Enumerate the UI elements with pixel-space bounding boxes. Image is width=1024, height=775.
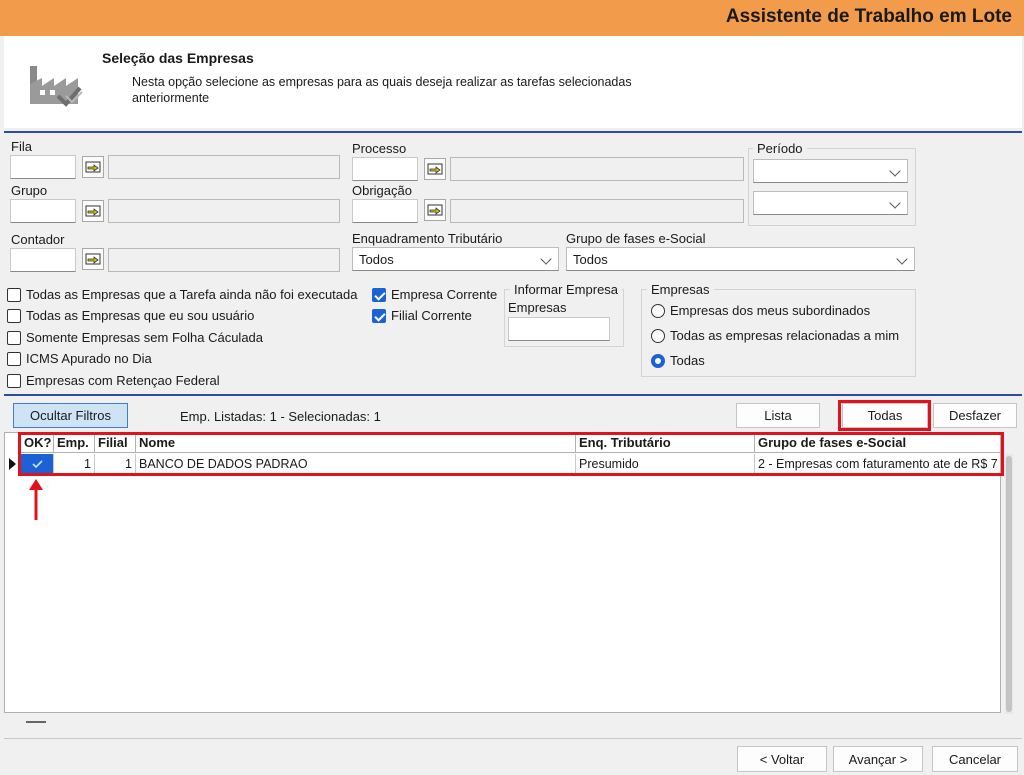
separator-top [4,131,1022,133]
footer-separator [4,738,1022,739]
chk-filial-corrente[interactable]: Filial Corrente [372,308,472,323]
checkbox-label: Empresas com Retençao Federal [26,373,220,388]
radio-label: Todas as empresas relacionadas a mim [670,328,900,343]
contador-description [108,248,340,272]
header-description: Nesta opção selecione as empresas para a… [132,75,632,105]
enquadramento-select[interactable]: Todos [352,247,559,271]
radio-circle[interactable] [651,353,665,368]
hand-pointer-icon [85,161,101,173]
chk-tarefa-nao-executada[interactable]: Todas as Empresas que a Tarefa ainda não… [7,287,357,302]
grupo-input[interactable] [10,199,76,223]
chk-eu-sou-usuario[interactable]: Todas as Empresas que eu sou usuário [7,308,254,323]
informar-empresas-label: Empresas [508,300,567,315]
ocultar-filtros-button[interactable]: Ocultar Filtros [13,403,128,428]
radio-label: Empresas dos meus subordinados [670,303,871,318]
radio-relacionadas[interactable]: Todas as empresas relacionadas a mim [651,328,899,343]
avancar-button[interactable]: Avançar > [833,746,923,772]
status-dash [26,721,46,723]
checkbox-label: Empresa Corrente [391,287,498,302]
lista-button[interactable]: Lista [736,403,820,428]
enquadramento-label: Enquadramento Tributário [352,231,503,246]
fila-description [108,155,340,179]
contador-input[interactable] [10,248,76,272]
processo-description [450,157,744,181]
cancelar-button[interactable]: Cancelar [932,746,1018,772]
checkbox-label: Somente Empresas sem Folha Cáculada [26,330,264,345]
informar-empresa-title: Informar Empresa [510,282,623,297]
row-indicator-icon [9,458,16,470]
contador-label: Contador [11,232,65,247]
chk-empresa-corrente[interactable]: Empresa Corrente [372,287,497,302]
obrigacao-label: Obrigação [352,183,412,198]
periodo-select-end[interactable] [753,191,908,215]
radio-todas[interactable]: Todas [651,353,705,368]
processo-label: Processo [352,141,407,156]
periodo-label: Período [753,141,807,156]
chk-retencao-federal[interactable]: Empresas com Retençao Federal [7,373,220,388]
grupo-fases-value: Todos [573,252,608,267]
arrow-up-icon [26,478,46,522]
checkbox-box[interactable] [7,308,21,323]
empresas-group-title: Empresas [647,282,714,297]
factory-check-icon [24,56,84,112]
radio-circle[interactable] [651,303,665,318]
checkbox-box[interactable] [7,351,21,366]
status-listadas: Emp. Listadas: 1 - Selecionadas: 1 [180,409,381,424]
separator-middle [4,394,1022,396]
checkbox-label: Todas as Empresas que eu sou usuário [26,308,255,323]
chevron-down-icon [889,165,901,177]
periodo-select-start[interactable] [753,159,908,183]
hand-pointer-icon [85,205,101,217]
highlight-grid-box [18,432,1004,476]
header-title: Seleção das Empresas [102,50,254,66]
grupo-description [108,199,340,223]
voltar-button[interactable]: < Voltar [737,746,827,772]
window-title: Assistente de Trabalho em Lote [725,6,1012,27]
radio-label: Todas [670,353,705,368]
highlight-todas-box [838,400,931,431]
obrigacao-description [450,199,744,223]
chk-icms-apurado[interactable]: ICMS Apurado no Dia [7,351,152,366]
grupo-label: Grupo [11,183,48,198]
wizard-header: Seleção das Empresas Nesta opção selecio… [4,36,1022,128]
chk-sem-folha[interactable]: Somente Empresas sem Folha Cáculada [7,330,263,345]
grupo-lookup-button[interactable] [82,200,104,222]
scrollbar-thumb[interactable] [1006,456,1012,712]
chevron-down-icon [540,253,552,265]
title-bar: Assistente de Trabalho em Lote [0,0,1024,36]
fila-lookup-button[interactable] [82,156,104,178]
processo-input[interactable] [352,157,418,181]
fila-label: Fila [11,139,32,154]
checkbox-box[interactable] [372,308,386,323]
obrigacao-input[interactable] [352,199,418,223]
grupo-fases-select[interactable]: Todos [566,247,915,271]
contador-lookup-button[interactable] [82,248,104,270]
grid-scrollbar[interactable] [1005,454,1013,714]
checkbox-box[interactable] [7,330,21,345]
enquadramento-value: Todos [359,252,394,267]
checkbox-label: Todas as Empresas que a Tarefa ainda não… [26,287,358,302]
obrigacao-lookup-button[interactable] [424,199,446,221]
chevron-down-icon [889,197,901,209]
fila-input[interactable] [10,155,76,179]
checkbox-box[interactable] [7,373,21,388]
chevron-down-icon [896,253,908,265]
grupo-fases-label: Grupo de fases e-Social [566,231,706,246]
checkbox-box[interactable] [7,287,21,302]
checkbox-box[interactable] [372,287,386,302]
hand-pointer-icon [427,204,443,216]
radio-subordinados[interactable]: Empresas dos meus subordinados [651,303,870,318]
informar-empresas-input[interactable] [508,317,610,341]
checkbox-label: Filial Corrente [391,308,472,323]
radio-circle[interactable] [651,328,665,343]
processo-lookup-button[interactable] [424,158,446,180]
hand-pointer-icon [85,253,101,265]
checkbox-label: ICMS Apurado no Dia [26,351,152,366]
hand-pointer-icon [427,163,443,175]
desfazer-button[interactable]: Desfazer [933,403,1017,428]
